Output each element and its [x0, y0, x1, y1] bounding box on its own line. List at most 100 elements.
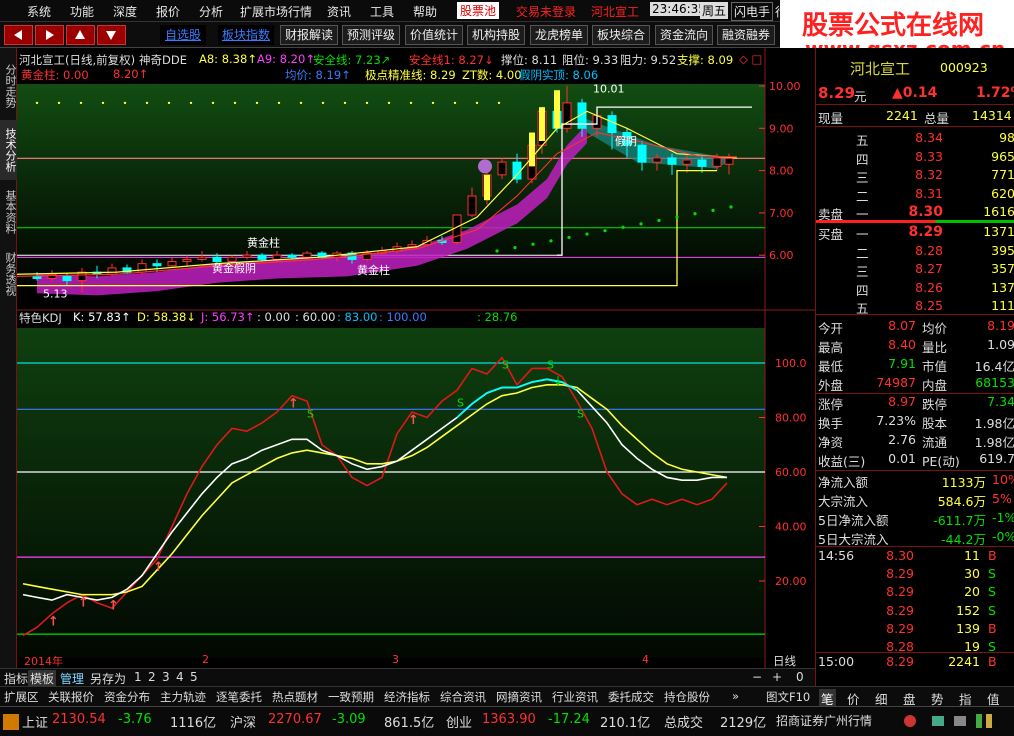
menu-quote[interactable]: 报价: [156, 3, 180, 20]
cur-vol: 2241: [886, 108, 918, 123]
dot-line: [475, 101, 479, 105]
tick-side: S: [988, 584, 996, 600]
fb-8[interactable]: 综合资讯: [440, 689, 486, 705]
flow-pct: -1%: [992, 510, 1014, 525]
dot-line: [211, 101, 215, 105]
stat-value: 8.19: [987, 318, 1014, 333]
dot-line: [255, 101, 259, 105]
btab-save-as[interactable]: 另存为: [90, 670, 126, 687]
fb-2[interactable]: 资金分布: [104, 689, 150, 705]
watchlist-link[interactable]: 自选股: [160, 25, 206, 45]
sh-change: -3.76: [118, 712, 152, 727]
dot-line: [233, 101, 237, 105]
kdj-tick: 80.00: [775, 412, 807, 425]
tab-basic-info[interactable]: 基本资料: [0, 182, 17, 242]
fb-7[interactable]: 经济指标: [384, 689, 430, 705]
sell-volume: 965: [991, 148, 1014, 164]
btab-2[interactable]: 2: [148, 670, 156, 684]
back-button[interactable]: [4, 25, 33, 45]
menu-news[interactable]: 资讯: [327, 3, 351, 20]
btab-indicator[interactable]: 指标: [4, 670, 28, 687]
dot-line: [387, 101, 391, 105]
gold-candle: [529, 132, 535, 167]
fb-10[interactable]: 行业资讯: [552, 689, 598, 705]
zoom-plus[interactable]: +: [772, 670, 782, 684]
btab-template[interactable]: 模板: [28, 670, 57, 687]
menu-function[interactable]: 功能: [70, 3, 94, 20]
graph-f10[interactable]: 图文F10: [766, 689, 810, 705]
status-bar: 上证 2130.54 -3.76 1116亿 沪深 2270.67 -3.09 …: [0, 706, 1014, 736]
kdj-up-signal: ↑: [48, 615, 59, 630]
sector-index-link[interactable]: 板块指数: [218, 25, 274, 45]
gold-column-value: 黄金柱: 0.00: [21, 68, 89, 82]
btab-1[interactable]: 1: [134, 670, 142, 684]
candle-body: [257, 254, 267, 260]
tb-institution-holdings[interactable]: 机构持股: [467, 25, 525, 45]
tb-margin-trading[interactable]: 融资融券: [717, 25, 775, 45]
menu-system[interactable]: 系统: [27, 3, 51, 20]
btab-4[interactable]: 4: [176, 670, 184, 684]
down-button[interactable]: [97, 25, 126, 45]
tb-dragon-tiger[interactable]: 龙虎榜单: [530, 25, 588, 45]
x-tick-0: 2014年: [24, 655, 63, 668]
sell-level-label: 五: [856, 133, 869, 148]
chart-area[interactable]: 10.00 9.00 8.00 7.00 6.00 10.01 5.13 假阴 黄金柱 黄金假阴黄…: [17, 48, 815, 688]
menu-extended-market[interactable]: 扩展市场行情: [240, 3, 312, 20]
menu-depth[interactable]: 深度: [113, 3, 137, 20]
period-label[interactable]: 日线: [773, 653, 796, 669]
fb-5[interactable]: 热点题材: [272, 689, 318, 705]
tick-price: 8.29: [886, 602, 914, 618]
zoom-minus[interactable]: −: [752, 670, 762, 684]
forward-button[interactable]: [35, 25, 64, 45]
candle-body: [697, 159, 707, 167]
candle-body: [512, 161, 522, 180]
quote-price: 8.29: [818, 84, 856, 102]
tick-price: 8.29: [886, 566, 914, 582]
fb-9[interactable]: 网摘资讯: [496, 689, 542, 705]
flow-value: 584.6万: [937, 494, 986, 509]
menu-analysis[interactable]: 分析: [199, 3, 223, 20]
fb-11[interactable]: 委托成交: [608, 689, 654, 705]
candle-body: [607, 115, 617, 134]
fb-4[interactable]: 逐笔委托: [216, 689, 262, 705]
zoom-zero[interactable]: 0: [796, 670, 804, 684]
tab-intraday[interactable]: 分时走势: [0, 56, 17, 116]
up-button[interactable]: [66, 25, 95, 45]
trade-login-tag[interactable]: 交易未登录: [516, 3, 576, 20]
menu-tools[interactable]: 工具: [370, 3, 394, 20]
header-icons[interactable]: ◇ □: [739, 52, 762, 66]
arrow-right-icon: [46, 30, 54, 40]
kdj-k: K: 57.83↑: [73, 310, 131, 324]
stock-pool-tag[interactable]: 股票池: [457, 2, 500, 19]
avg-price-value: 均价: 8.19↑: [285, 68, 351, 82]
green-dot: [603, 229, 607, 233]
tab-financials[interactable]: 财务透视: [0, 244, 17, 304]
btab-5[interactable]: 5: [190, 670, 198, 684]
tb-value-stats[interactable]: 价值统计: [405, 25, 463, 45]
tb-forecast-rating[interactable]: 预测评级: [342, 25, 400, 45]
fb-3[interactable]: 主力轨迹: [160, 689, 206, 705]
dot-line: [189, 101, 193, 105]
gold-candle: [554, 90, 560, 129]
fb-12[interactable]: 持仓股份: [664, 689, 710, 705]
tick-volume: 20: [964, 584, 980, 600]
tb-financial-report[interactable]: 财报解读: [280, 25, 338, 45]
btab-manage[interactable]: 管理: [60, 670, 84, 687]
fb-more[interactable]: »: [732, 689, 739, 703]
buy-volume: 1371: [983, 224, 1014, 239]
tb-sector-summary[interactable]: 板块综合: [592, 25, 650, 45]
candle-body: [724, 157, 734, 165]
kdj-j: J: 56.73↑: [201, 310, 255, 324]
kdj-v4: : 100.00: [379, 310, 427, 324]
tb-capital-flow[interactable]: 资金流向: [655, 25, 713, 45]
fb-1[interactable]: 关联报价: [48, 689, 94, 705]
fb-6[interactable]: 一致预期: [328, 689, 374, 705]
label-fake-yin: 假阴: [615, 134, 637, 148]
fb-0[interactable]: 扩展区: [4, 689, 39, 705]
btab-3[interactable]: 3: [162, 670, 170, 684]
flash-trade-button[interactable]: 闪电手: [731, 2, 774, 21]
tab-technical[interactable]: 技术分析: [0, 120, 17, 180]
menu-help[interactable]: 帮助: [413, 3, 437, 20]
hs-index: 2270.67: [268, 712, 322, 727]
tick-time: 15:00: [818, 654, 855, 669]
